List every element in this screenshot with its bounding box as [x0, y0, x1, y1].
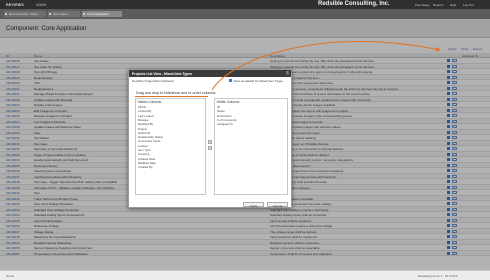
help-link[interactable]: Help	[450, 3, 456, 7]
instruction-underline	[135, 96, 208, 97]
visible-columns-header: Visible Columns	[216, 100, 240, 104]
company-name: Redsible Consulting, Inc.	[318, 1, 390, 7]
grid-footer: Sonar Displaying items 1 - 50 of 312	[0, 270, 490, 280]
save-default-checkbox[interactable]	[229, 78, 232, 82]
tab-core-application[interactable]: Core Application	[82, 11, 122, 17]
drag-drop-instruction: Drag and drop to hide/show and re-order …	[136, 91, 217, 95]
move-right-arrow-icon[interactable]: ›	[208, 140, 212, 144]
footer-left: Sonar	[6, 274, 15, 278]
pagination-status: Displaying items 1 - 50 of 312	[418, 274, 458, 278]
reports-link[interactable]: Reports	[433, 3, 444, 7]
test-icon	[49, 12, 52, 16]
app-logo[interactable]: REVIEWS	[6, 3, 24, 7]
apply-button[interactable]: Apply	[243, 202, 264, 208]
close-icon[interactable]: ×	[285, 71, 289, 75]
visible-column-item[interactable]: Assigned To	[217, 122, 233, 126]
hidden-column-item[interactable]: Created By	[138, 165, 152, 169]
tab-document-rev-plans[interactable]: Document Rev. Plans	[4, 11, 46, 17]
save-default-label: Save as default for Mixed Item Types	[233, 78, 283, 83]
tab-test-cases[interactable]: Test Cases	[48, 11, 80, 17]
user-menu[interactable]: Paul Sweg	[415, 3, 429, 7]
dialog-title: Projects List View - Mixed Item Types	[129, 70, 291, 77]
tab-label: Document Rev. Plans	[9, 12, 38, 17]
column-config-dialog: Projects List View - Mixed Item Types × …	[128, 69, 292, 208]
hidden-columns-header: Hidden Columns	[137, 100, 162, 104]
folder-icon	[83, 12, 86, 16]
dialog-organization: Redsible Organization (Default)	[132, 79, 174, 83]
logout-link[interactable]: Log Out	[463, 3, 474, 7]
move-left-arrow-icon[interactable]: ‹	[208, 146, 212, 150]
top-bar: REVIEWS ADMIN Redsible Consulting, Inc. …	[0, 0, 490, 9]
visible-columns-list[interactable]: Visible Columns ID Name Description # of Co…	[214, 98, 288, 195]
cancel-button[interactable]: Cancel	[267, 202, 288, 208]
tab-label: Core Application	[87, 12, 109, 17]
hidden-columns-list[interactable]: Hidden Columns API ID Locked By Last Locke…	[135, 98, 206, 195]
tab-label: Test Cases	[53, 12, 68, 17]
tab-bar: Document Rev. Plans Test Cases Core Appl…	[0, 9, 490, 19]
admin-nav-link[interactable]: ADMIN	[36, 3, 46, 7]
document-icon	[5, 12, 8, 16]
